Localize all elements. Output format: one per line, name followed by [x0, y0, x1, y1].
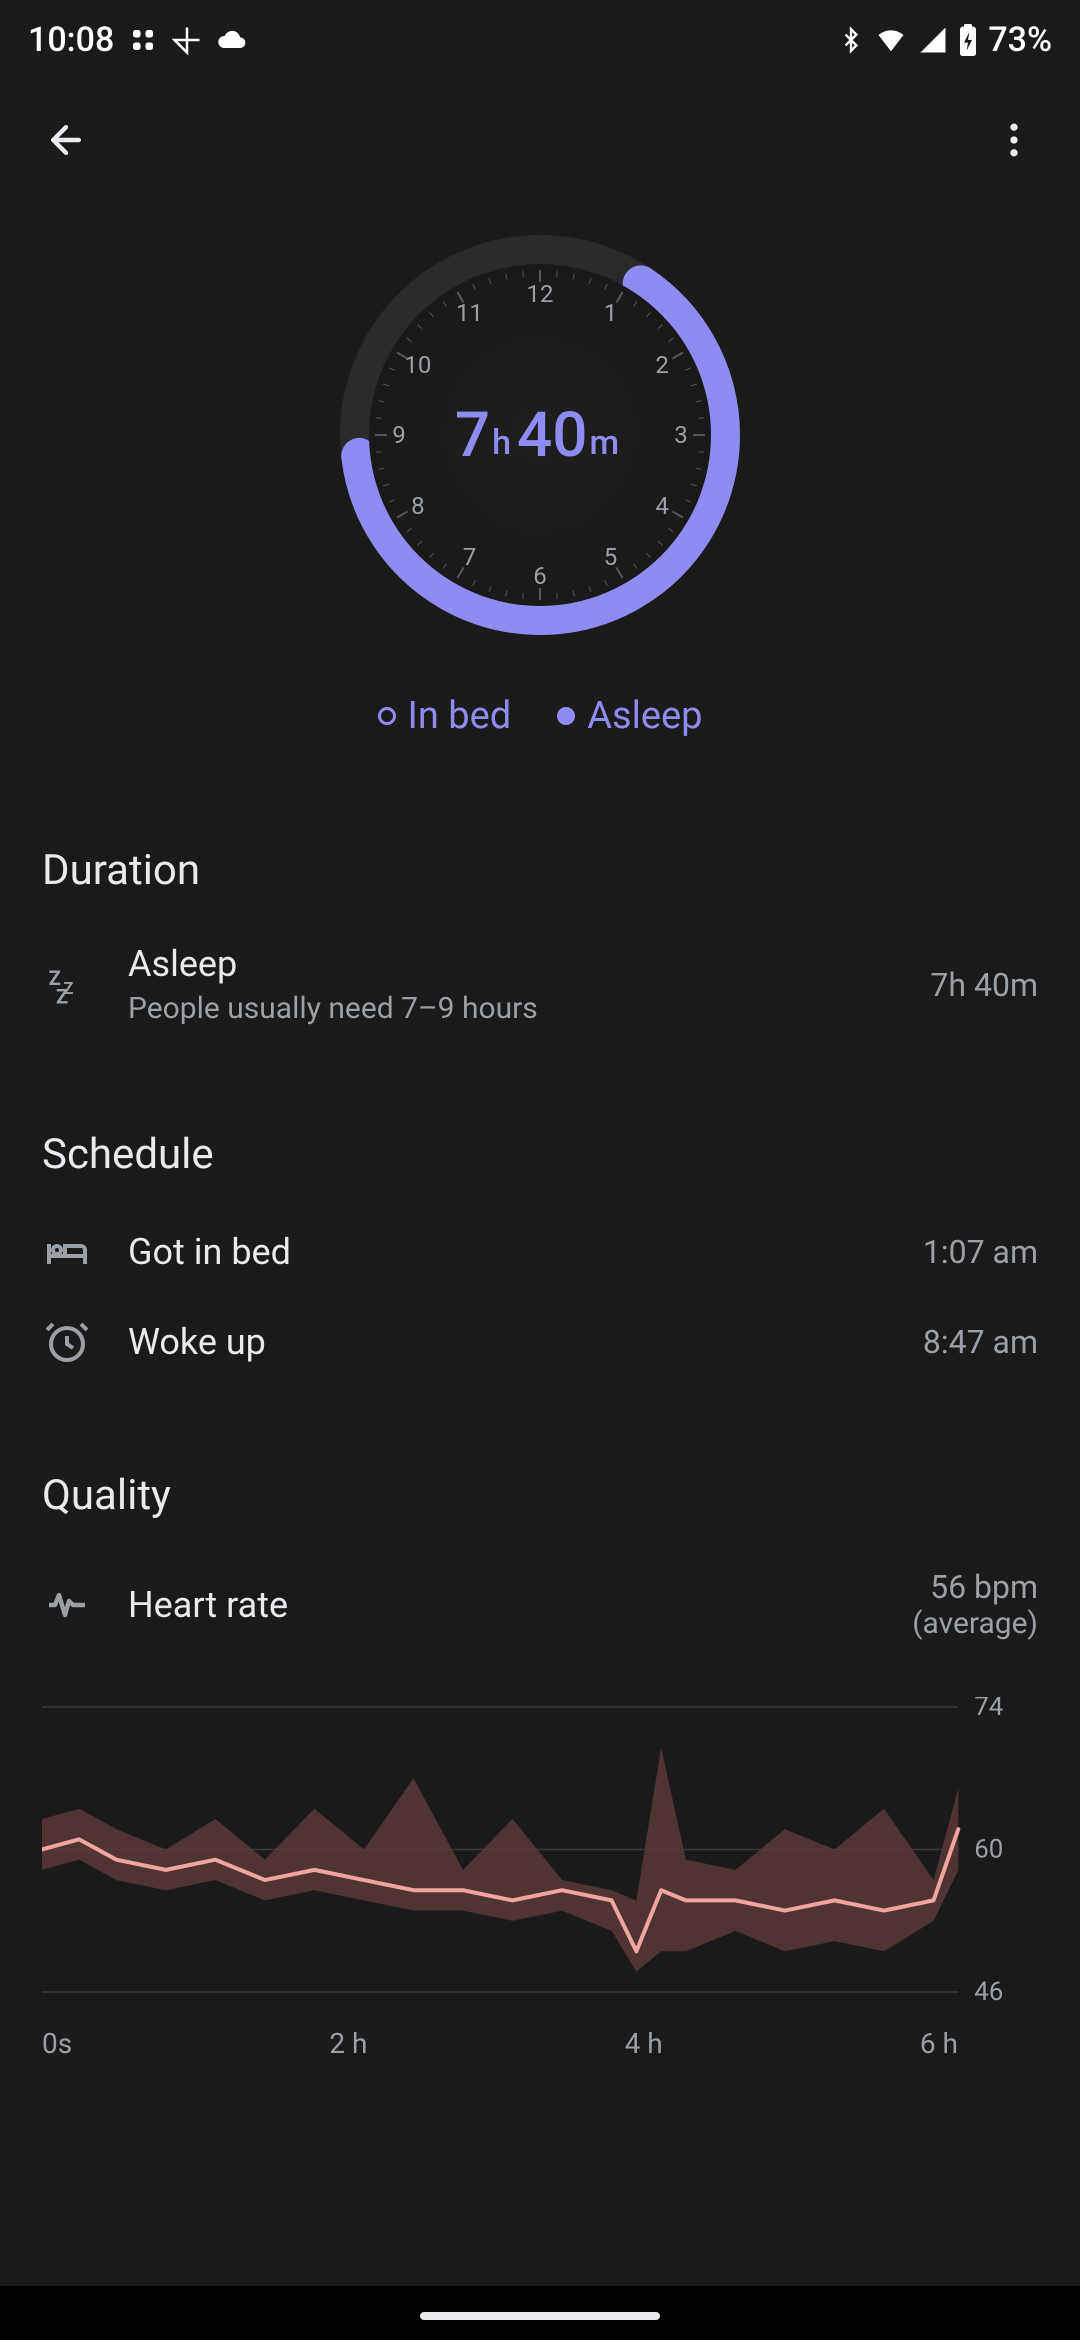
row-heart-rate[interactable]: Heart rate 56 bpm (average)	[42, 1554, 1038, 1667]
row-got-in-bed-label: Got in bed	[128, 1231, 887, 1273]
bed-icon	[42, 1227, 92, 1277]
signal-icon	[918, 25, 948, 55]
app-bar	[0, 80, 1080, 200]
pinwheel-icon	[172, 25, 202, 55]
sleep-legend: In bed Asleep	[378, 694, 703, 738]
slack-icon	[128, 25, 158, 55]
status-bar: 10:08 73%	[0, 0, 1080, 80]
heart-rate-icon	[42, 1580, 92, 1630]
row-woke-up-value: 8:47 am	[923, 1323, 1038, 1361]
status-battery-pct: 73%	[988, 20, 1052, 60]
schedule-section: Schedule Got in bed 1:07 am Woke up 8:47…	[0, 1130, 1080, 1393]
row-asleep-label: Asleep	[128, 943, 894, 985]
wifi-icon	[874, 25, 908, 55]
status-time: 10:08	[28, 20, 114, 60]
sleep-zz-icon: ZZZ	[42, 960, 92, 1010]
row-heart-rate-label: Heart rate	[128, 1584, 876, 1626]
section-title-quality: Quality	[42, 1471, 1038, 1520]
svg-text:60: 60	[974, 1834, 1003, 1864]
row-asleep-sub: People usually need 7–9 hours	[128, 991, 894, 1026]
row-got-in-bed-value: 1:07 am	[923, 1233, 1038, 1271]
x-tick: 4 h	[625, 2027, 663, 2060]
row-woke-up[interactable]: Woke up 8:47 am	[42, 1303, 1038, 1393]
row-heart-rate-value: 56 bpm (average)	[912, 1568, 1038, 1641]
svg-text:Z: Z	[56, 984, 68, 1007]
legend-in-bed: In bed	[378, 694, 512, 738]
row-woke-up-label: Woke up	[128, 1321, 887, 1363]
sleep-duration-center: 7 h 40 m	[325, 220, 755, 650]
x-tick: 6 h	[920, 2027, 958, 2060]
circle-fill-icon	[557, 707, 575, 725]
x-tick: 0s	[42, 2027, 72, 2060]
sleep-ring-section: 123456789101112 7 h 40 m In bed Asleep	[0, 200, 1080, 768]
battery-charging-icon	[958, 24, 978, 56]
row-asleep-value: 7h 40m	[930, 966, 1038, 1004]
section-title-schedule: Schedule	[42, 1130, 1038, 1179]
alarm-clock-icon	[42, 1317, 92, 1367]
svg-text:46: 46	[974, 1977, 1003, 2007]
section-title-duration: Duration	[42, 846, 1038, 895]
nav-handle[interactable]	[420, 2312, 660, 2320]
circle-outline-icon	[378, 707, 396, 725]
heart-rate-chart: 46 60 74 0s 2 h 4 h 6 h	[0, 1667, 1080, 2060]
x-tick: 2 h	[329, 2027, 367, 2060]
cloud-icon	[216, 24, 248, 56]
duration-section: Duration ZZZ Asleep People usually need …	[0, 846, 1080, 1052]
quality-section: Quality Heart rate 56 bpm (average)	[0, 1471, 1080, 1667]
sleep-clock-ring: 123456789101112 7 h 40 m	[325, 220, 755, 650]
row-asleep[interactable]: ZZZ Asleep People usually need 7–9 hours…	[42, 929, 1038, 1052]
row-got-in-bed[interactable]: Got in bed 1:07 am	[42, 1213, 1038, 1303]
svg-text:74: 74	[974, 1697, 1003, 1722]
legend-asleep: Asleep	[557, 694, 702, 738]
bluetooth-icon	[838, 25, 864, 55]
more-options-button[interactable]	[978, 104, 1050, 176]
back-button[interactable]	[30, 104, 102, 176]
